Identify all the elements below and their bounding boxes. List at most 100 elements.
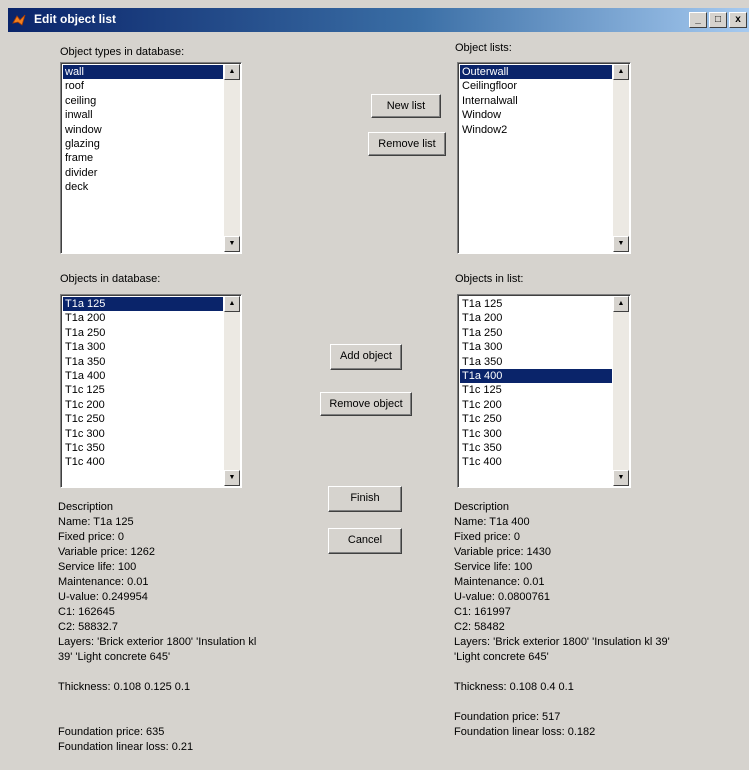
desc-heading: Description (454, 501, 510, 513)
desc-foundation-loss: Foundation linear loss: 0.182 (454, 726, 596, 738)
desc-foundation-price: Foundation price: 517 (454, 711, 561, 723)
object-lists-label: Object lists: (455, 42, 512, 54)
desc-service-life: Service life: 100 (454, 561, 533, 573)
scroll-down-icon[interactable]: ▼ (224, 236, 240, 252)
object-in-list-item[interactable]: T1c 125 (460, 383, 612, 397)
desc-maintenance: Maintenance: 0.01 (454, 576, 545, 588)
object-list-item[interactable]: Internalwall (460, 94, 612, 108)
object-in-list-item[interactable]: T1a 350 (460, 355, 612, 369)
scroll-up-icon[interactable]: ▲ (224, 296, 240, 312)
desc-name: Name: T1a 125 (58, 516, 134, 528)
desc-c1: C1: 161997 (454, 606, 511, 618)
objects-list-listbox[interactable]: T1a 125 T1a 200 T1a 250 T1a 300 T1a 350 T1a 4… (457, 294, 631, 488)
object-db-item[interactable]: T1a 300 (63, 340, 223, 354)
desc-layers-cont: 'Light concrete 645' (454, 651, 549, 663)
window-controls: _ □ x (689, 12, 747, 28)
object-db-item[interactable]: T1a 125 (63, 297, 223, 312)
object-types-scrollbar[interactable]: ▲ ▼ (224, 64, 240, 252)
desc-layers: Layers: 'Brick exterior 1800' 'Insulatio… (454, 636, 670, 648)
objects-list-scrollbar[interactable]: ▲ ▼ (613, 296, 629, 486)
object-type-item[interactable]: divider (63, 166, 223, 180)
object-types-listbox[interactable]: wall roof ceiling inwall window glazing frame d… (60, 62, 242, 254)
desc-u-value: U-value: 0.0800761 (454, 591, 551, 603)
object-in-list-item[interactable]: T1a 125 (460, 297, 612, 311)
add-object-button[interactable]: Add object (330, 344, 402, 370)
desc-variable-price: Variable price: 1262 (58, 546, 156, 558)
object-db-item[interactable]: T1c 350 (63, 441, 223, 455)
object-db-item[interactable]: T1a 400 (63, 369, 223, 383)
remove-object-button[interactable]: Remove object (320, 392, 412, 416)
object-in-list-item[interactable]: T1a 250 (460, 326, 612, 340)
object-db-item[interactable]: T1a 250 (63, 326, 223, 340)
object-db-item[interactable]: T1c 300 (63, 427, 223, 441)
desc-service-life: Service life: 100 (58, 561, 137, 573)
object-list-item[interactable]: Window2 (460, 123, 612, 137)
object-type-item[interactable]: frame (63, 151, 223, 165)
scroll-up-icon[interactable]: ▲ (613, 296, 629, 312)
object-list-item[interactable]: Ceilingfloor (460, 79, 612, 93)
object-type-item[interactable]: inwall (63, 108, 223, 122)
scroll-up-icon[interactable]: ▲ (224, 64, 240, 80)
object-in-list-item[interactable]: T1a 200 (460, 311, 612, 325)
window-title: Edit object list (34, 12, 117, 26)
scroll-down-icon[interactable]: ▼ (613, 470, 629, 486)
object-in-list-item[interactable]: T1a 300 (460, 340, 612, 354)
minimize-button[interactable]: _ (689, 12, 707, 28)
object-db-item[interactable]: T1c 125 (63, 383, 223, 397)
desc-c2: C2: 58832.7 (58, 621, 118, 633)
maximize-button[interactable]: □ (709, 12, 727, 28)
remove-list-button[interactable]: Remove list (368, 132, 446, 156)
object-type-item[interactable]: window (63, 123, 223, 137)
object-db-item[interactable]: T1a 350 (63, 355, 223, 369)
object-type-item[interactable]: roof (63, 79, 223, 93)
object-in-list-item[interactable]: T1c 250 (460, 412, 612, 426)
object-list-item[interactable]: Outerwall (460, 65, 612, 80)
dialog-body: Object types in database: wall roof ceilin… (8, 32, 749, 770)
object-lists-scrollbar[interactable]: ▲ ▼ (613, 64, 629, 252)
desc-layers: Layers: 'Brick exterior 1800' 'Insulatio… (58, 636, 257, 648)
objects-db-listbox[interactable]: T1a 125 T1a 200 T1a 250 T1a 300 T1a 350 T1a 4… (60, 294, 242, 488)
object-type-item[interactable]: glazing (63, 137, 223, 151)
desc-u-value: U-value: 0.249954 (58, 591, 148, 603)
desc-name: Name: T1a 400 (454, 516, 530, 528)
objects-list-label: Objects in list: (455, 273, 524, 285)
description-right: Description Name: T1a 400 Fixed price: 0… (454, 500, 670, 740)
desc-c2: C2: 58482 (454, 621, 505, 633)
object-db-item[interactable]: T1a 200 (63, 311, 223, 325)
object-db-item[interactable]: T1c 200 (63, 398, 223, 412)
close-button[interactable]: x (729, 12, 747, 28)
object-in-list-item[interactable]: T1c 200 (460, 398, 612, 412)
desc-layers-cont: 39' 'Light concrete 645' (58, 651, 171, 663)
object-type-item[interactable]: deck (63, 180, 223, 194)
object-in-list-item[interactable]: T1a 400 (460, 368, 612, 384)
desc-fixed-price: Fixed price: 0 (58, 531, 125, 543)
new-list-button[interactable]: New list (371, 94, 441, 118)
title-bar: Edit object list _ □ x (8, 8, 749, 32)
objects-db-label: Objects in database: (60, 273, 161, 285)
desc-variable-price: Variable price: 1430 (454, 546, 552, 558)
object-list-item[interactable]: Window (460, 108, 612, 122)
finish-button[interactable]: Finish (328, 486, 402, 512)
scroll-down-icon[interactable]: ▼ (224, 470, 240, 486)
object-in-list-item[interactable]: T1c 300 (460, 427, 612, 441)
desc-maintenance: Maintenance: 0.01 (58, 576, 149, 588)
object-db-item[interactable]: T1c 400 (63, 455, 223, 469)
desc-thickness: Thickness: 0.108 0.4 0.1 (454, 681, 574, 693)
object-in-list-item[interactable]: T1c 400 (460, 455, 612, 469)
desc-fixed-price: Fixed price: 0 (454, 531, 521, 543)
object-type-item[interactable]: ceiling (63, 94, 223, 108)
objects-db-scrollbar[interactable]: ▲ ▼ (224, 296, 240, 486)
desc-foundation-price: Foundation price: 635 (58, 726, 165, 738)
desc-c1: C1: 162645 (58, 606, 115, 618)
description-left: Description Name: T1a 125 Fixed price: 0… (58, 500, 256, 755)
object-types-label: Object types in database: (60, 46, 185, 58)
object-type-item[interactable]: wall (63, 65, 223, 80)
object-lists-listbox[interactable]: Outerwall Ceilingfloor Internalwall Window W… (457, 62, 631, 254)
scroll-up-icon[interactable]: ▲ (613, 64, 629, 80)
desc-thickness: Thickness: 0.108 0.125 0.1 (58, 681, 191, 693)
scroll-down-icon[interactable]: ▼ (613, 236, 629, 252)
object-in-list-item[interactable]: T1c 350 (460, 441, 612, 455)
cancel-button[interactable]: Cancel (328, 528, 402, 554)
matlab-icon (12, 14, 26, 26)
object-db-item[interactable]: T1c 250 (63, 412, 223, 426)
